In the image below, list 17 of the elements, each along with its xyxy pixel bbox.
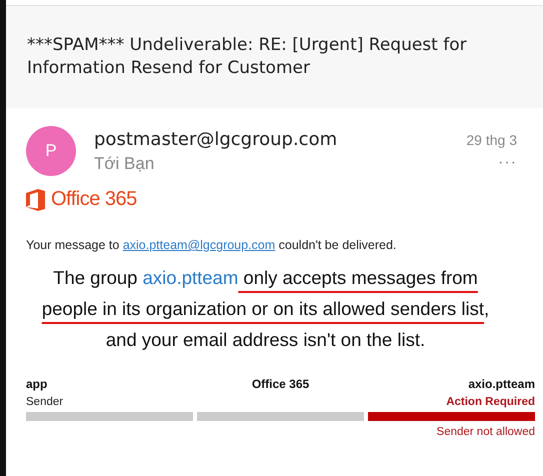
stage-note: Sender not allowed — [436, 426, 535, 438]
office-logo-icon — [26, 188, 46, 210]
recipient-link[interactable]: axio.ptteam@lgcgroup.com — [122, 238, 276, 252]
sender-address: postmaster@lgcgroup.com — [94, 129, 338, 150]
brand-name: Office 365 — [51, 188, 137, 211]
stage-name: axio.ptteam — [468, 377, 535, 393]
email-subject: ***SPAM*** Undeliverable: RE: [Urgent] Request for Information Resend for Customer — [27, 34, 468, 80]
message-date: 29 thg 3 — [466, 132, 517, 148]
stage-status: Action Required — [446, 396, 535, 410]
stage-name: Office 365 — [252, 377, 310, 393]
more-button[interactable]: ··· — [498, 154, 517, 172]
stage-status: Sender — [26, 396, 64, 410]
delivery-notice: Your message to axio.ptteam@lgcgroup.com couldn't be delivered. — [25, 237, 398, 252]
sender-avatar: P — [26, 126, 76, 176]
recipient-label: Tới Bạn — [94, 154, 156, 174]
stage-name: app — [26, 377, 48, 393]
rejection-message: The group axio.ptteam only accepts messages from people in its organization or on its allowed senders list, and your email address isn't on the list. — [40, 266, 490, 352]
